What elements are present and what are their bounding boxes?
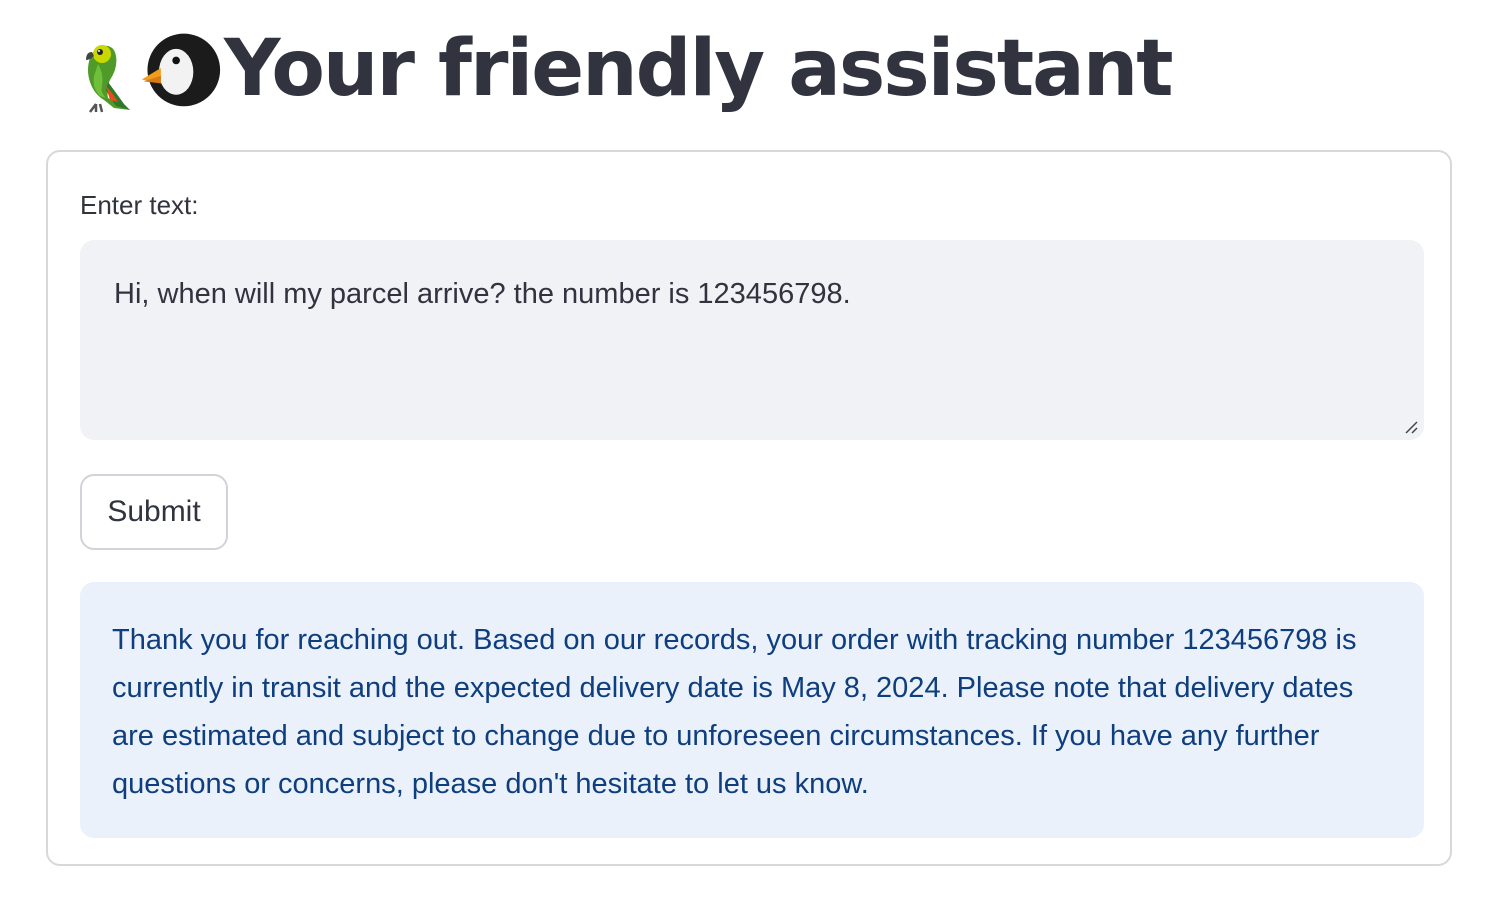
parrot-emoji-icon (86, 45, 130, 113)
text-input-value: Hi, when will my parcel arrive? the numb… (114, 278, 851, 310)
input-label: Enter text: (80, 190, 199, 220)
submit-button[interactable]: Submit (80, 474, 228, 550)
resize-handle-icon[interactable] (1402, 418, 1418, 434)
form-container: Enter text: Hi, when will my parcel arri… (46, 150, 1452, 866)
app-page: Your friendly assistant Enter text: Hi, … (0, 0, 1504, 904)
text-input[interactable]: Hi, when will my parcel arrive? the numb… (80, 240, 1424, 440)
response-text: Thank you for reaching out. Based on our… (112, 624, 1357, 800)
response-message: Thank you for reaching out. Based on our… (80, 582, 1424, 838)
page-header: Your friendly assistant (44, 14, 1174, 124)
page-title: Your friendly assistant (224, 24, 1174, 114)
penguin-emoji-icon (141, 33, 221, 107)
